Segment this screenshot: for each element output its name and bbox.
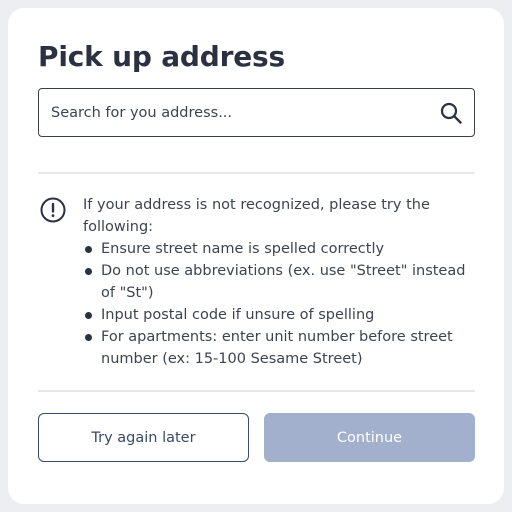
- divider-bottom: [38, 390, 475, 392]
- tip-text: Do not use abbreviations (ex. use "Stree…: [101, 263, 466, 301]
- continue-button[interactable]: Continue: [264, 413, 475, 462]
- try-again-later-button[interactable]: Try again later: [38, 413, 249, 462]
- bullet-icon: [85, 268, 92, 275]
- search-input[interactable]: [39, 89, 438, 136]
- address-help-text: If your address is not recognized, pleas…: [83, 194, 473, 370]
- tip-text: For apartments: enter unit number before…: [101, 329, 453, 367]
- list-item: Ensure street name is spelled correctly: [83, 238, 473, 260]
- tip-text: Ensure street name is spelled correctly: [101, 241, 385, 257]
- divider-top: [38, 172, 475, 174]
- page-title: Pick up address: [38, 40, 285, 73]
- list-item: For apartments: enter unit number before…: [83, 326, 473, 370]
- help-intro: If your address is not recognized, pleas…: [83, 197, 430, 235]
- list-item: Do not use abbreviations (ex. use "Stree…: [83, 260, 473, 304]
- list-item: Input postal code if unsure of spelling: [83, 304, 473, 326]
- bullet-icon: [85, 334, 92, 341]
- tip-text: Input postal code if unsure of spelling: [101, 307, 375, 323]
- bullet-icon: [85, 312, 92, 319]
- search-box[interactable]: [38, 88, 475, 137]
- bullet-icon: [85, 246, 92, 253]
- pickup-address-card: Pick up address If your address is not r…: [8, 8, 504, 504]
- exclamation-circle-icon: [40, 197, 66, 223]
- help-tips-list: Ensure street name is spelled correctly …: [83, 238, 473, 370]
- search-icon[interactable]: [438, 100, 464, 126]
